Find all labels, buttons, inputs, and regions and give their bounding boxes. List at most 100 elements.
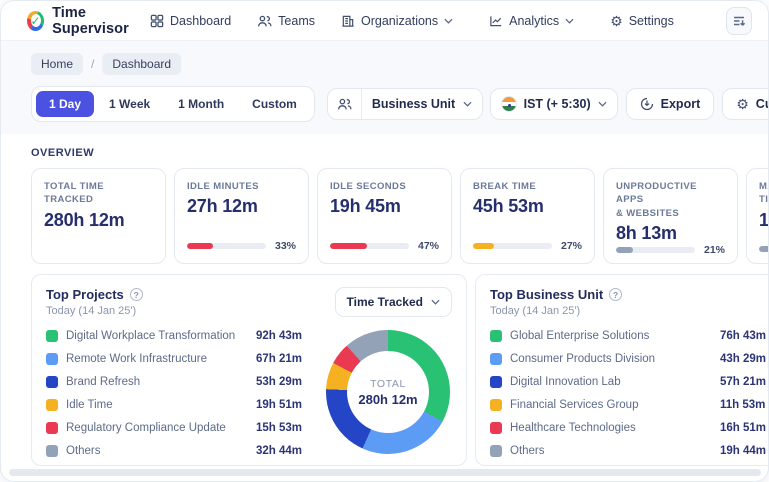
main-nav: Dashboard Teams Organizations Analytics …: [150, 14, 674, 28]
horizontal-scrollbar[interactable]: [9, 469, 761, 476]
range-1-week-button[interactable]: 1 Week: [96, 91, 163, 117]
legend-swatch: [46, 398, 58, 411]
range-custom-button[interactable]: Custom: [239, 91, 310, 117]
export-button[interactable]: Export: [625, 88, 715, 120]
chart-icon: [490, 15, 502, 26]
legend-value: 43h 29m: [720, 352, 767, 365]
legend-item: Idle Time 19h 51m: [46, 393, 316, 416]
legend-label: Others: [66, 444, 101, 457]
legend-label: Consumer Products Division: [510, 352, 656, 365]
overview-card: TOTAL TIME TRACKED 280h 12m: [31, 168, 166, 264]
chevron-down-icon: [463, 101, 472, 107]
brand-name: Time Supervisor: [52, 4, 129, 37]
legend-value: 53h 29m: [256, 375, 303, 388]
card-progress: 27%: [473, 240, 582, 252]
nav-organizations[interactable]: Organizations: [341, 14, 463, 28]
legend-label: Global Enterprise Solutions: [510, 329, 650, 342]
legend-swatch: [490, 352, 502, 365]
legend-item: Consumer Products Division 43h 29m: [490, 347, 768, 370]
legend-swatch: [46, 329, 58, 342]
nav-settings[interactable]: ⚙ Settings: [610, 14, 674, 28]
legend-item: Others 19h 44m: [490, 439, 768, 462]
progress-fill: [616, 246, 633, 253]
top-projects-panel: Top Projects ? Today (14 Jan 25') Time T…: [31, 274, 467, 466]
logo-icon: ✓: [27, 10, 45, 31]
range-1-month-button[interactable]: 1 Month: [165, 91, 237, 117]
card-label: BREAK TIME: [473, 181, 537, 192]
progress-track: [187, 243, 266, 249]
chevron-down-icon: [444, 18, 453, 24]
legend-swatch: [490, 329, 502, 342]
legend-item: Remote Work Infrastructure 67h 21m: [46, 347, 316, 370]
help-icon[interactable]: ?: [609, 288, 623, 301]
legend-item: Financial Services Group 11h 53m: [490, 393, 768, 416]
legend-swatch: [490, 375, 502, 388]
gear-icon: ⚙: [610, 12, 623, 29]
help-icon[interactable]: ?: [129, 288, 143, 301]
legend-label: Idle Time: [66, 398, 113, 411]
metric-dropdown[interactable]: Time Tracked: [334, 287, 452, 317]
progress-track: [473, 243, 552, 249]
date-range-segmented: 1 Day 1 Week 1 Month Custom: [31, 86, 315, 122]
nav-label: Analytics: [509, 13, 560, 28]
main-content: OVERVIEW TOTAL TIME TRACKED 280h 12m IDL…: [1, 134, 768, 466]
progress-percent: 21%: [703, 243, 725, 256]
overview-card: MANUAL TIME 11h: [746, 168, 768, 264]
progress-fill: [330, 243, 368, 249]
progress-fill: [473, 243, 495, 249]
top-business-unit-panel: Top Business Unit ? Today (14 Jan 25') G…: [475, 274, 768, 466]
legend-label: Digital Workplace Transformation: [66, 329, 236, 342]
progress-percent: 33%: [274, 240, 296, 252]
legend-value: 19h 51m: [256, 398, 303, 411]
legend-label: Brand Refresh: [66, 375, 141, 388]
card-value: 19h 45m: [330, 196, 401, 217]
breadcrumb-dashboard[interactable]: Dashboard: [102, 53, 182, 75]
card-value: 27h 12m: [187, 196, 258, 217]
card-value: 45h 53m: [473, 196, 544, 217]
breadcrumb-separator: /: [91, 57, 95, 71]
timezone-label: IST (+ 5:30): [523, 97, 591, 111]
business-unit-dropdown[interactable]: Business Unit: [326, 88, 484, 120]
brand[interactable]: ✓ Time Supervisor: [27, 5, 150, 37]
topbar: ✓ Time Supervisor Dashboard Teams Organi…: [1, 1, 768, 41]
projects-donut-chart: TOTAL 280h 12m: [326, 330, 450, 454]
people-icon: [258, 15, 272, 26]
timezone-dropdown[interactable]: IST (+ 5:30): [489, 88, 618, 120]
progress-fill: [759, 246, 768, 252]
chevron-down-icon: [565, 18, 574, 24]
card-label: UNPRODUCTIVE APPS & WEBSITES: [616, 181, 697, 219]
business-unit-label: Business Unit: [371, 97, 456, 111]
grid-icon: [150, 14, 164, 27]
legend-label: Healthcare Technologies: [510, 421, 636, 434]
legend-label: Financial Services Group: [510, 398, 639, 411]
legend-item: Others 32h 44m: [46, 439, 316, 462]
india-flag-icon: [500, 96, 517, 112]
download-circle-icon: [640, 97, 653, 111]
legend-swatch: [46, 421, 58, 434]
nav-teams[interactable]: Teams: [257, 14, 315, 28]
legend-item: Global Enterprise Solutions 76h 43m: [490, 324, 768, 347]
breadcrumb-home[interactable]: Home: [31, 53, 84, 75]
nav-label: Organizations: [361, 13, 439, 28]
card-value: 11h: [759, 209, 768, 230]
card-progress: 47%: [330, 240, 439, 252]
progress-fill: [187, 243, 214, 249]
top-business-unit-title: Top Business Unit: [490, 287, 604, 302]
legend-value: 67h 21m: [256, 352, 303, 365]
chevron-down-icon: [431, 299, 440, 305]
subheader: Home / Dashboard 1 Day 1 Week 1 Month Cu…: [1, 41, 768, 134]
playlist-collapse-icon: [733, 16, 746, 26]
nav-analytics[interactable]: Analytics: [489, 14, 584, 28]
progress-track: [759, 246, 768, 252]
progress-percent: 27%: [560, 240, 582, 252]
nav-label: Teams: [278, 13, 315, 28]
collapse-menu-button[interactable]: [725, 6, 752, 35]
card-progress: 33%: [187, 240, 296, 252]
overview-card: IDLE MINUTES 27h 12m 33%: [174, 168, 309, 264]
legend-label: Digital Innovation Lab: [510, 375, 621, 388]
customize-button[interactable]: ⚙ Customize: [722, 88, 768, 120]
filter-bar: 1 Day 1 Week 1 Month Custom Business Uni…: [31, 86, 768, 122]
range-1-day-button[interactable]: 1 Day: [36, 91, 95, 117]
nav-dashboard[interactable]: Dashboard: [150, 14, 231, 28]
customize-label: Customize: [755, 97, 768, 111]
